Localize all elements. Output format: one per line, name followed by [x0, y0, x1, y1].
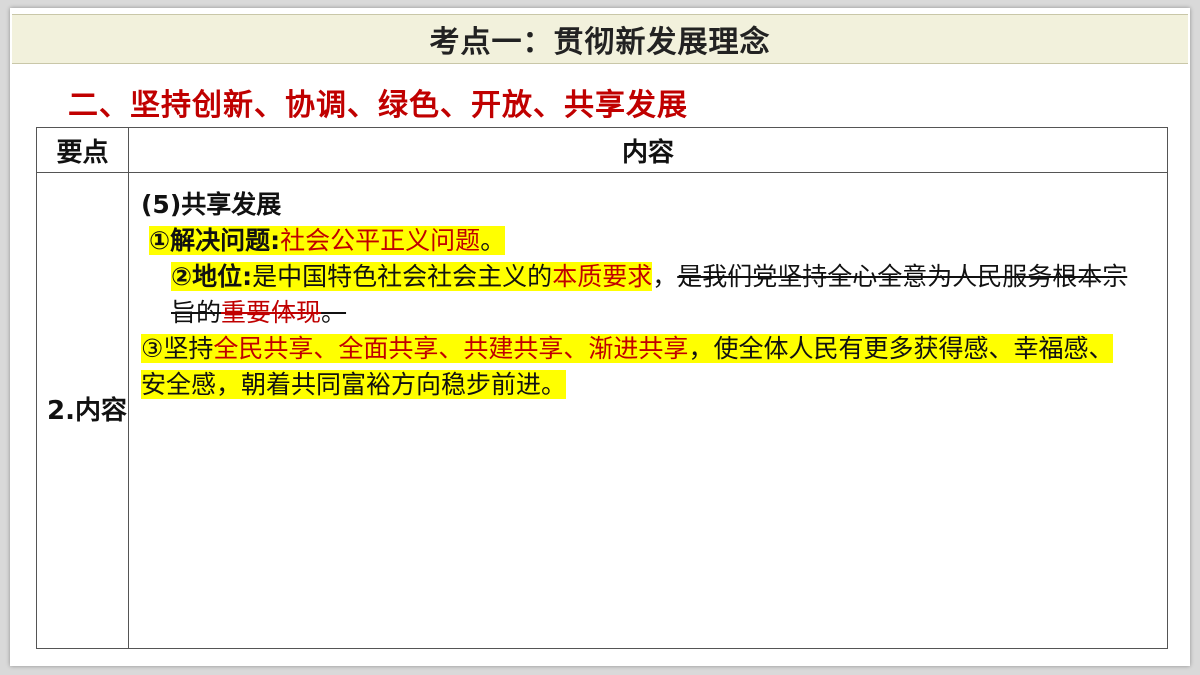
item-1-text: 社会公平正义问题	[280, 226, 481, 255]
page-title: 考点一：贯彻新发展理念	[429, 25, 771, 60]
item-2-text-a: 是中国特色社会社会主义的	[252, 262, 553, 291]
item-2: ②地位:是中国特色社会社会主义的本质要求，是我们党坚持全心全意为人民服务根本宗旨…	[141, 259, 1137, 331]
item-1-label: ①解决问题:	[149, 226, 281, 255]
item-1-end: 。	[480, 226, 506, 255]
item-2-text-red: 本质要求	[552, 262, 653, 291]
row-label: 2.内容	[36, 172, 129, 649]
item-2-comma: ，	[652, 262, 678, 291]
item-2-label: ②地位:	[171, 262, 253, 291]
item-1: ①解决问题:社会公平正义问题。	[141, 223, 1137, 259]
header-key-points: 要点	[36, 127, 129, 173]
section-subtitle: 二、坚持创新、协调、绿色、开放、共享发展	[68, 88, 688, 123]
slide: 考点一：贯彻新发展理念 二、坚持创新、协调、绿色、开放、共享发展 要点 内容 2…	[10, 8, 1190, 666]
content-table: 要点 内容 2.内容 (5)共享发展 ①解决问题:社会公平正义问题。 ②地位:是…	[36, 127, 1168, 649]
table-header-row: 要点 内容	[36, 127, 1168, 173]
item-3-prefix: ③坚持	[141, 334, 214, 363]
content-heading: (5)共享发展	[141, 190, 282, 219]
table-row: 2.内容 (5)共享发展 ①解决问题:社会公平正义问题。 ②地位:是中国特色社会…	[36, 172, 1168, 649]
title-bar: 考点一：贯彻新发展理念	[12, 14, 1188, 64]
item-3-red: 全民共享、全面共享、共建共享、渐进共享	[213, 334, 689, 363]
item-2-strike-red: 重要体现	[221, 298, 322, 327]
item-2-strike-end: 。	[321, 298, 347, 327]
header-content: 内容	[128, 127, 1168, 173]
item-3: ③坚持全民共享、全面共享、共建共享、渐进共享，使全体人民有更多获得感、幸福感、安…	[141, 331, 1137, 403]
content-cell: (5)共享发展 ①解决问题:社会公平正义问题。 ②地位:是中国特色社会社会主义的…	[128, 172, 1168, 649]
